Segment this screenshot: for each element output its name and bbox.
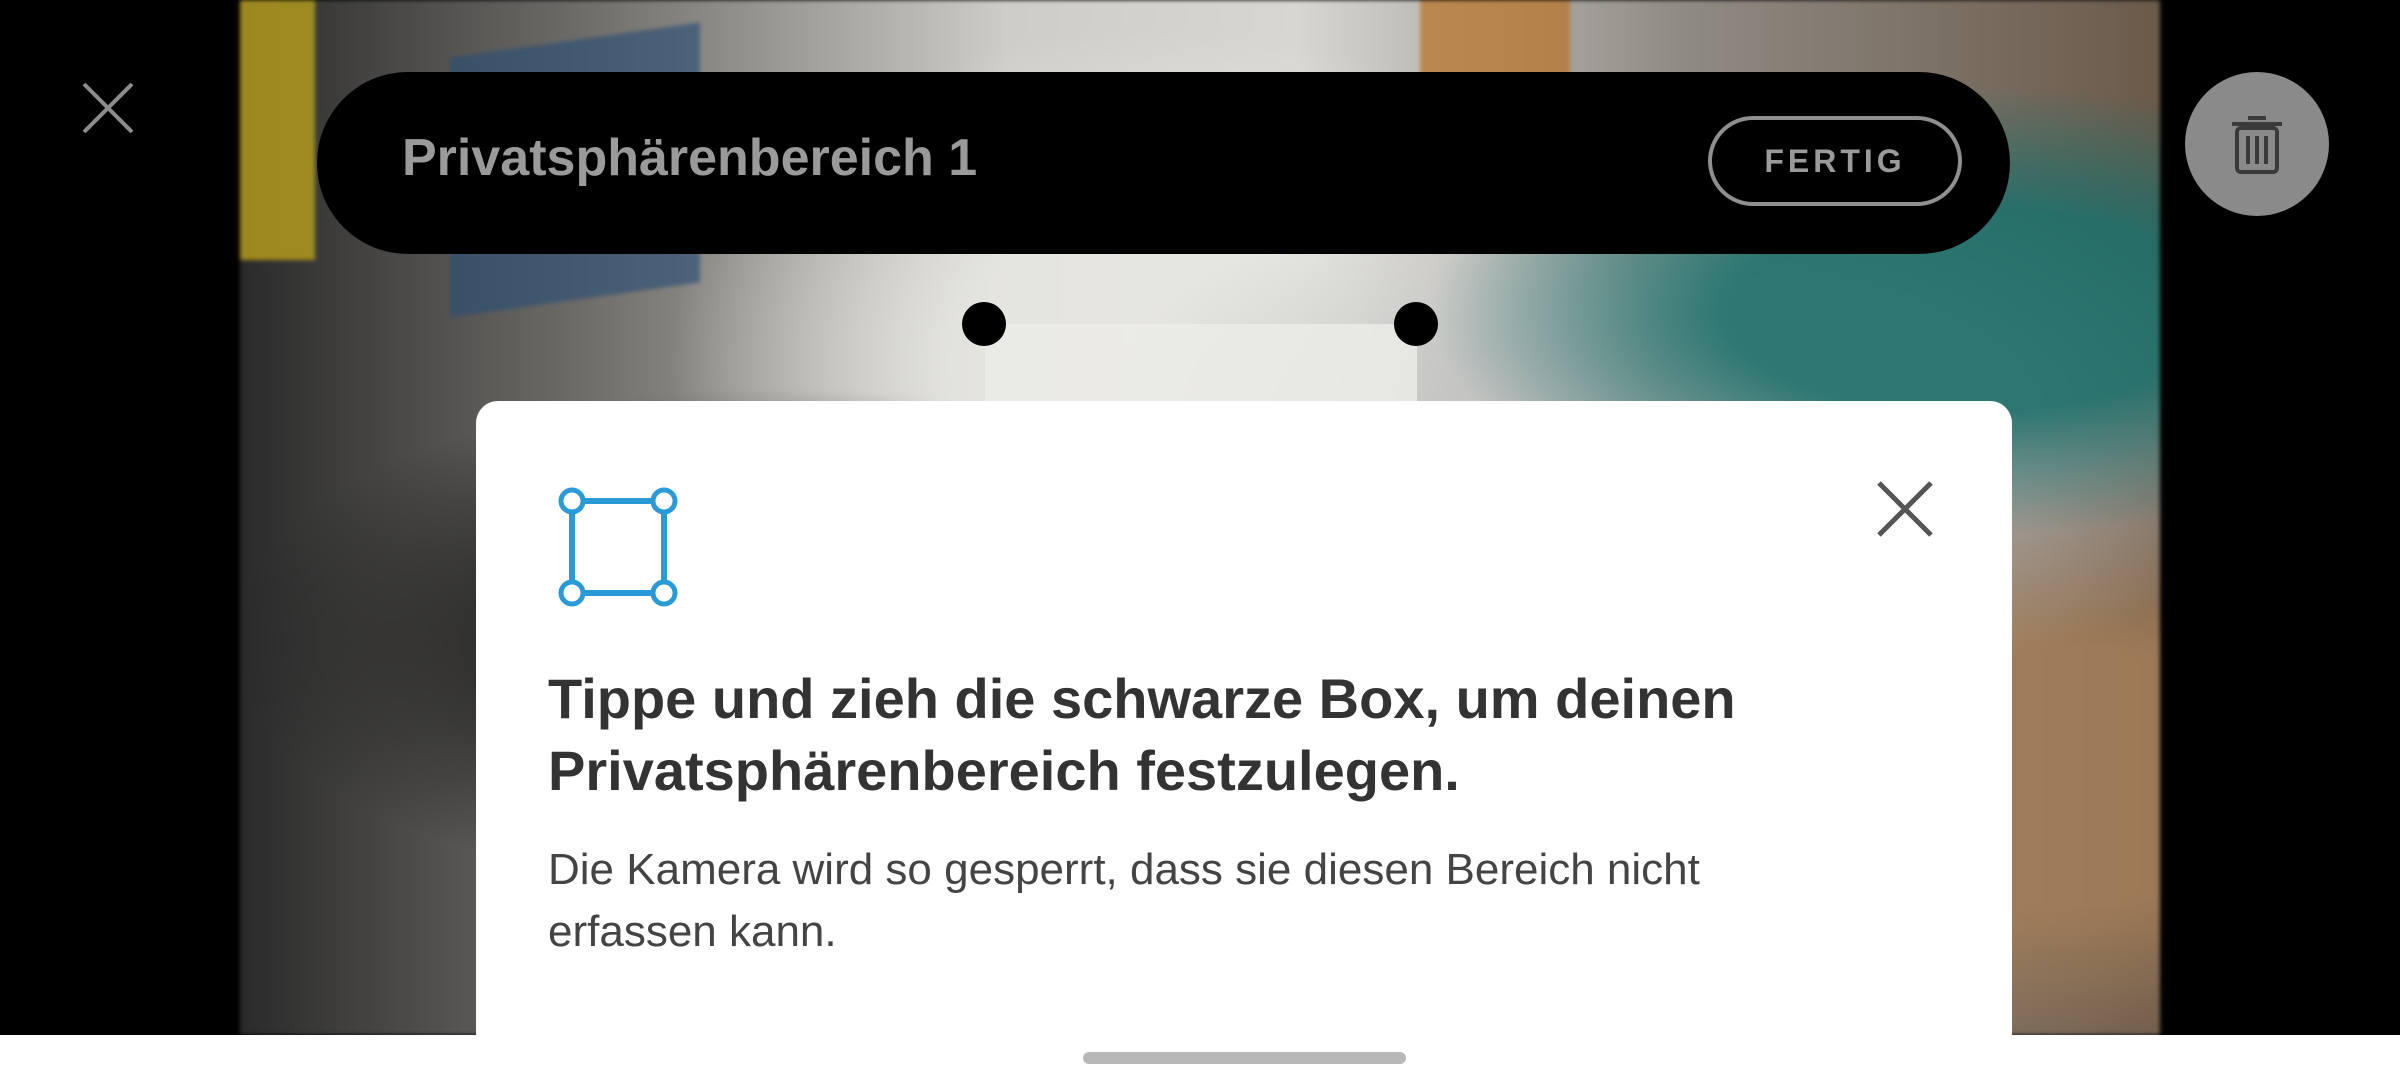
delete-button[interactable] <box>2185 72 2329 216</box>
resize-handle-top-right[interactable] <box>1394 302 1438 346</box>
close-icon[interactable] <box>80 80 136 136</box>
feed-detail <box>240 0 315 260</box>
home-indicator[interactable] <box>1083 1052 1406 1064</box>
sheet-body: Die Kamera wird so gesperrt, dass sie di… <box>548 845 1700 956</box>
resize-handle-top-left[interactable] <box>962 302 1006 346</box>
zone-name-bar: Privatsphärenbereich 1 FERTIG <box>317 72 2010 254</box>
privacy-zone-icon <box>558 487 682 611</box>
zone-title[interactable]: Privatsphärenbereich 1 <box>402 128 977 188</box>
trash-icon <box>2232 116 2282 174</box>
close-icon[interactable] <box>1875 479 1935 539</box>
sheet-heading: Tippe und zieh die schwarze Box, um dein… <box>548 667 1736 802</box>
instruction-sheet: Tippe und zieh die schwarze Box, um dein… <box>476 401 2012 1041</box>
done-button[interactable]: FERTIG <box>1708 116 1962 206</box>
